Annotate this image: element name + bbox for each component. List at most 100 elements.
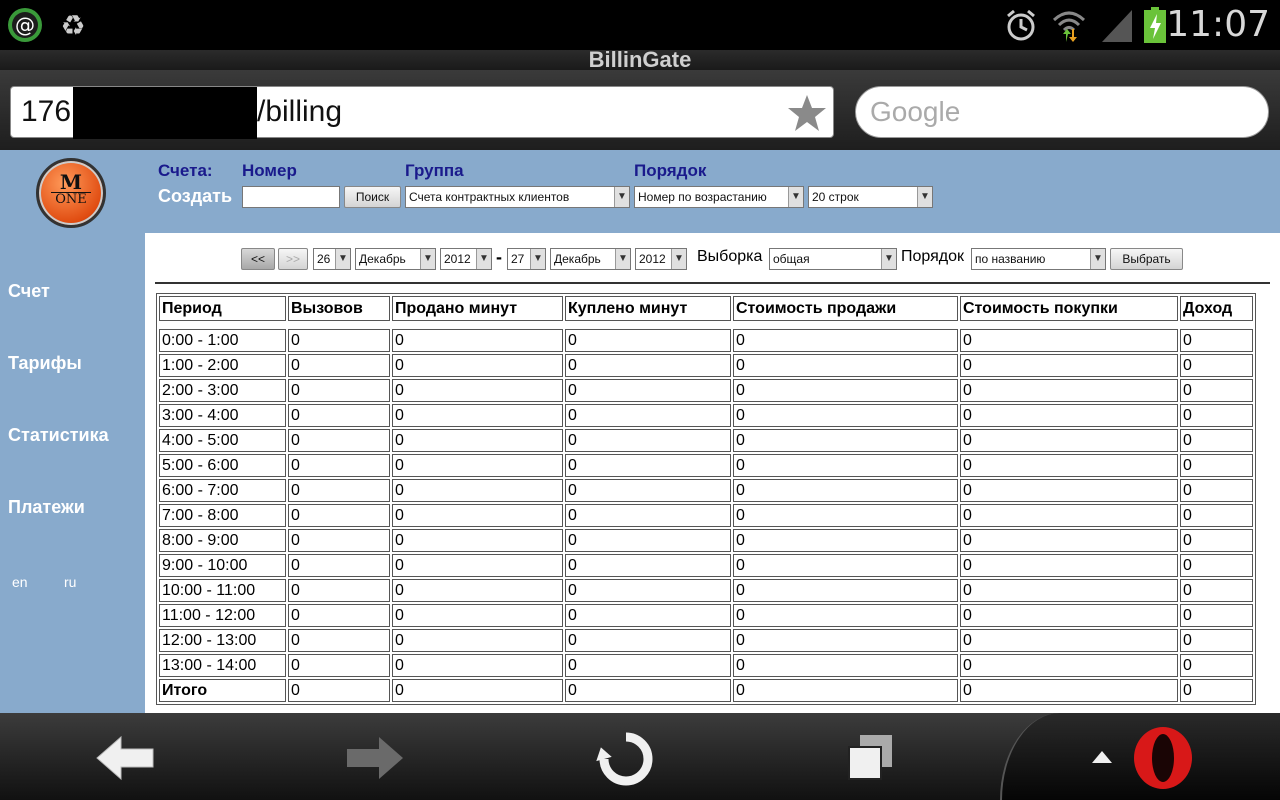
to-day-select[interactable]: 27 ▼ bbox=[507, 248, 546, 270]
total-label: Итого bbox=[159, 679, 286, 702]
cell-bought-minutes: 0 bbox=[565, 479, 731, 502]
tabs-icon[interactable] bbox=[846, 733, 896, 783]
cell-purchase-cost: 0 bbox=[960, 529, 1178, 552]
col-sale-cost: Стоимость продажи bbox=[733, 296, 958, 321]
cell-income: 0 bbox=[1180, 454, 1253, 477]
sidebar-item-tariffs[interactable]: Тарифы bbox=[8, 353, 82, 374]
to-month-select[interactable]: Декабрь ▼ bbox=[550, 248, 631, 270]
svg-text:♻: ♻ bbox=[60, 9, 85, 42]
chevron-down-icon: ▼ bbox=[530, 249, 545, 269]
cell-sale-cost: 0 bbox=[733, 604, 958, 627]
logo[interactable]: M ONE bbox=[36, 158, 106, 228]
cell-sold-minutes: 0 bbox=[392, 679, 563, 702]
cell-period: 3:00 - 4:00 bbox=[159, 404, 286, 427]
sidebar-item-statistics[interactable]: Статистика bbox=[8, 425, 109, 446]
cell-bought-minutes: 0 bbox=[565, 329, 731, 352]
search-button[interactable]: Поиск bbox=[344, 186, 401, 208]
cell-sale-cost: 0 bbox=[733, 379, 958, 402]
cell-income: 0 bbox=[1180, 329, 1253, 352]
cell-period: 0:00 - 1:00 bbox=[159, 329, 286, 352]
email-icon: @ bbox=[8, 8, 42, 42]
to-year-select[interactable]: 2012 ▼ bbox=[635, 248, 687, 270]
rows-select[interactable]: 20 строк ▼ bbox=[808, 186, 933, 208]
order-label: Порядок bbox=[634, 161, 707, 180]
cell-bought-minutes: 0 bbox=[565, 354, 731, 377]
cell-bought-minutes: 0 bbox=[565, 529, 731, 552]
from-year-select[interactable]: 2012 ▼ bbox=[440, 248, 492, 270]
lang-ru[interactable]: ru bbox=[64, 574, 76, 590]
chevron-down-icon: ▼ bbox=[881, 249, 896, 269]
lang-en[interactable]: en bbox=[12, 574, 28, 590]
cell-period: 11:00 - 12:00 bbox=[159, 604, 286, 627]
cell-sold-minutes: 0 bbox=[392, 554, 563, 577]
sidebar-item-account[interactable]: Счет bbox=[8, 281, 50, 302]
next-button[interactable]: >> bbox=[278, 248, 308, 270]
col-calls: Вызовов bbox=[288, 296, 390, 321]
cell-purchase-cost: 0 bbox=[960, 354, 1178, 377]
url-field[interactable]: 176. /billing bbox=[10, 86, 834, 139]
cell-bought-minutes: 0 bbox=[565, 679, 731, 702]
chevron-down-icon: ▼ bbox=[788, 187, 803, 207]
cell-sold-minutes: 0 bbox=[392, 504, 563, 527]
cell-income: 0 bbox=[1180, 404, 1253, 427]
cell-sale-cost: 0 bbox=[733, 354, 958, 377]
filter-order-value: по названию bbox=[975, 252, 1046, 266]
cell-calls: 0 bbox=[288, 429, 390, 452]
from-month-select[interactable]: Декабрь ▼ bbox=[355, 248, 436, 270]
number-label: Номер bbox=[242, 161, 297, 180]
cell-income: 0 bbox=[1180, 604, 1253, 627]
cell-calls: 0 bbox=[288, 579, 390, 602]
search-input[interactable]: Google bbox=[855, 86, 1269, 138]
table-body: 0:00 - 1:00 0 0 0 0 0 0 1:00 - 2:00 0 0 0 0 0 0 2:00 -… bbox=[159, 329, 1253, 702]
col-bought-minutes: Куплено минут bbox=[565, 296, 731, 321]
sidebar-item-payments[interactable]: Платежи bbox=[8, 497, 85, 518]
cell-bought-minutes: 0 bbox=[565, 654, 731, 677]
cell-period: 8:00 - 9:00 bbox=[159, 529, 286, 552]
order-select-value: Номер по возрастанию bbox=[638, 190, 767, 204]
cell-bought-minutes: 0 bbox=[565, 629, 731, 652]
table-row: 1:00 - 2:00 0 0 0 0 0 0 bbox=[159, 354, 1253, 377]
cell-bought-minutes: 0 bbox=[565, 579, 731, 602]
filter-order-select[interactable]: по названию ▼ bbox=[971, 248, 1106, 270]
cell-sale-cost: 0 bbox=[733, 429, 958, 452]
cell-period: 12:00 - 13:00 bbox=[159, 629, 286, 652]
chevron-down-icon: ▼ bbox=[1090, 249, 1105, 269]
from-year-value: 2012 bbox=[444, 252, 471, 266]
cell-income: 0 bbox=[1180, 429, 1253, 452]
number-input[interactable] bbox=[242, 186, 340, 208]
cell-income: 0 bbox=[1180, 504, 1253, 527]
cell-income: 0 bbox=[1180, 354, 1253, 377]
cell-purchase-cost: 0 bbox=[960, 579, 1178, 602]
cell-sale-cost: 0 bbox=[733, 479, 958, 502]
cell-calls: 0 bbox=[288, 679, 390, 702]
cell-calls: 0 bbox=[288, 479, 390, 502]
cell-sold-minutes: 0 bbox=[392, 479, 563, 502]
bookmark-star-icon[interactable] bbox=[787, 93, 827, 133]
browser-title: BillinGate bbox=[0, 49, 1280, 71]
recycle-icon: ♻ bbox=[60, 9, 85, 42]
opera-menu-area[interactable] bbox=[1000, 713, 1280, 800]
order-select[interactable]: Номер по возрастанию ▼ bbox=[634, 186, 804, 208]
bottom-navigation bbox=[0, 713, 1280, 800]
from-day-select[interactable]: 26 ▼ bbox=[313, 248, 351, 270]
chevron-down-icon: ▼ bbox=[420, 249, 435, 269]
cell-sale-cost: 0 bbox=[733, 404, 958, 427]
group-select[interactable]: Счета контрактных клиентов ▼ bbox=[405, 186, 630, 208]
chevron-down-icon: ▼ bbox=[671, 249, 686, 269]
back-arrow-icon[interactable] bbox=[95, 735, 155, 781]
selection-value: общая bbox=[773, 252, 810, 266]
opera-logo-icon bbox=[1134, 727, 1192, 789]
reload-icon[interactable] bbox=[596, 729, 656, 789]
cell-sale-cost: 0 bbox=[733, 504, 958, 527]
prev-button[interactable]: << bbox=[241, 248, 275, 270]
select-button[interactable]: Выбрать bbox=[1110, 248, 1183, 270]
cell-period: 4:00 - 5:00 bbox=[159, 429, 286, 452]
create-link[interactable]: Создать bbox=[158, 186, 232, 207]
forward-arrow-icon[interactable] bbox=[345, 735, 405, 781]
cell-purchase-cost: 0 bbox=[960, 679, 1178, 702]
cell-income: 0 bbox=[1180, 379, 1253, 402]
chevron-down-icon: ▼ bbox=[335, 249, 350, 269]
cell-income: 0 bbox=[1180, 679, 1253, 702]
statistics-table: Период Вызовов Продано минут Куплено мин… bbox=[156, 293, 1256, 705]
selection-select[interactable]: общая ▼ bbox=[769, 248, 897, 270]
